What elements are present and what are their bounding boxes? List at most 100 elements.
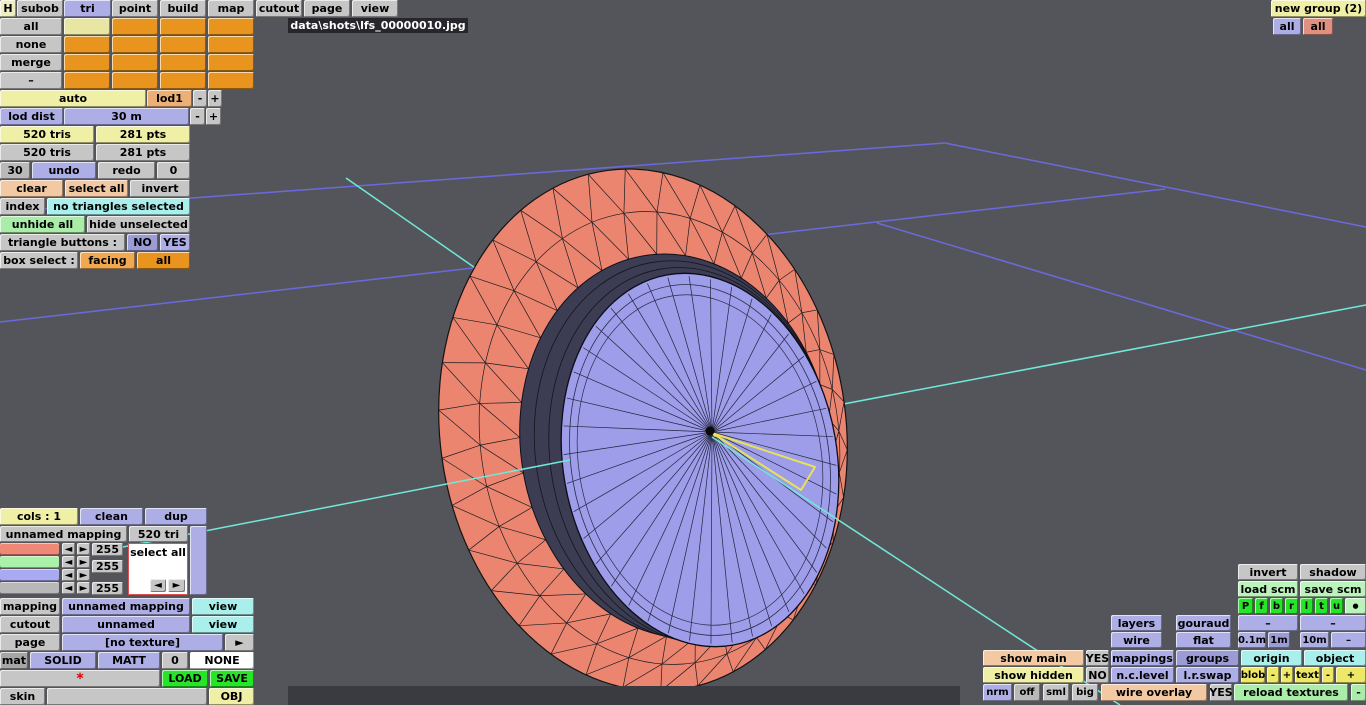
load-scm-button[interactable]: load scm: [1238, 581, 1298, 597]
cutout-view-button[interactable]: view: [192, 616, 254, 633]
arrow-right-icon[interactable]: ►: [77, 569, 90, 581]
reload-minus-button[interactable]: -: [1351, 684, 1366, 701]
arrow-left-icon[interactable]: ◄: [62, 582, 75, 594]
subobj-cell[interactable]: [208, 72, 254, 89]
arrow-right-icon[interactable]: ►: [77, 556, 90, 568]
proj-b-button[interactable]: b: [1270, 598, 1283, 614]
cols-button[interactable]: cols : 1: [0, 508, 78, 525]
toolbar-subob-button[interactable]: subob: [17, 0, 63, 17]
clear-button[interactable]: clear: [0, 180, 63, 197]
page-texture-value[interactable]: [no texture]: [62, 634, 223, 651]
mapping-view-button[interactable]: view: [192, 598, 254, 615]
subobj-cell[interactable]: [112, 36, 158, 53]
lr-swap-button[interactable]: l.r.swap: [1176, 667, 1239, 683]
dist-10m-button[interactable]: 10m: [1300, 632, 1329, 648]
subobj-cell[interactable]: [208, 54, 254, 71]
subobj-cell[interactable]: [160, 54, 206, 71]
dup-button[interactable]: dup: [145, 508, 207, 525]
mapping-name[interactable]: unnamed mapping: [0, 526, 127, 542]
blob-minus-button[interactable]: -: [1267, 667, 1279, 683]
dist-dash-button[interactable]: –: [1331, 632, 1366, 648]
show-hidden-value[interactable]: NO: [1086, 667, 1109, 683]
lod-dist-minus-button[interactable]: -: [190, 108, 205, 125]
mat-matt-button[interactable]: MATT: [98, 652, 160, 669]
nrm-button[interactable]: nrm: [983, 684, 1012, 701]
subobj-dash-button[interactable]: –: [0, 72, 62, 89]
subobj-cell[interactable]: [160, 36, 206, 53]
group-all-right-button[interactable]: all: [1303, 18, 1333, 35]
invert-selection-button[interactable]: invert: [130, 180, 190, 197]
triangle-buttons-yes[interactable]: YES: [160, 234, 190, 251]
hide-unselected-button[interactable]: hide unselected: [87, 216, 190, 233]
triangle-buttons-no[interactable]: NO: [127, 234, 158, 251]
subobj-cell[interactable]: [208, 36, 254, 53]
toolbar-point-button[interactable]: point: [112, 0, 158, 17]
lod-auto-button[interactable]: auto: [0, 90, 146, 107]
layers-button[interactable]: layers: [1111, 615, 1162, 631]
save-scm-button[interactable]: save scm: [1300, 581, 1366, 597]
lod-dist-plus-button[interactable]: +: [206, 108, 221, 125]
subobj-all-button[interactable]: all: [0, 18, 62, 35]
subobj-merge-button[interactable]: merge: [0, 54, 62, 71]
clean-button[interactable]: clean: [80, 508, 143, 525]
box-select-facing[interactable]: facing: [80, 252, 135, 269]
dot-icon[interactable]: ●: [1345, 598, 1366, 614]
dist-1m-button[interactable]: 1m: [1268, 632, 1290, 648]
toolbar-build-button[interactable]: build: [160, 0, 206, 17]
toolbar-tri-button[interactable]: tri: [64, 0, 111, 17]
group-all-left-button[interactable]: all: [1273, 18, 1301, 35]
arrow-right-icon[interactable]: ►: [77, 582, 90, 594]
show-hidden-button[interactable]: show hidden: [983, 667, 1084, 683]
color-swatch-green[interactable]: [0, 556, 59, 568]
blob-plus-button[interactable]: +: [1281, 667, 1293, 683]
toolbar-page-button[interactable]: page: [304, 0, 350, 17]
save-button[interactable]: SAVE: [210, 670, 254, 687]
blob-button[interactable]: blob: [1241, 667, 1265, 683]
mat-none-value[interactable]: NONE: [190, 652, 254, 669]
subobj-cell[interactable]: [64, 36, 110, 53]
color-swatch-gray[interactable]: [0, 582, 59, 594]
color-value-b[interactable]: 255: [92, 582, 123, 595]
box-select-all[interactable]: all: [137, 252, 190, 269]
wire-button[interactable]: wire: [1111, 632, 1162, 648]
show-main-value[interactable]: YES: [1086, 650, 1109, 666]
obj-button[interactable]: OBJ: [209, 688, 254, 705]
toolbar-h-button[interactable]: H: [0, 0, 16, 17]
layers-dash-a[interactable]: –: [1238, 615, 1298, 631]
subobj-none-button[interactable]: none: [0, 36, 62, 53]
lod-plus-button[interactable]: +: [208, 90, 222, 107]
page-next-icon[interactable]: ►: [225, 634, 254, 651]
mapping-value[interactable]: unnamed mapping: [62, 598, 190, 615]
nc-level-button[interactable]: n.c.level: [1111, 667, 1174, 683]
subobj-cell[interactable]: [160, 18, 206, 35]
proj-u-button[interactable]: u: [1330, 598, 1343, 614]
flat-button[interactable]: flat: [1176, 632, 1231, 648]
layers-dash-b[interactable]: –: [1300, 615, 1366, 631]
arrow-right-icon[interactable]: ►: [77, 543, 90, 555]
wire-overlay-button[interactable]: wire overlay: [1101, 684, 1207, 701]
reload-textures-button[interactable]: reload textures: [1234, 684, 1348, 701]
color-value-r[interactable]: 255: [92, 543, 123, 556]
subobj-cell[interactable]: [112, 72, 158, 89]
text-button[interactable]: text: [1295, 667, 1320, 683]
proj-f-button[interactable]: f: [1255, 598, 1268, 614]
subobj-cell-selected[interactable]: [64, 18, 110, 35]
proj-r-button[interactable]: r: [1285, 598, 1298, 614]
subobj-cell[interactable]: [64, 72, 110, 89]
gouraud-button[interactable]: gouraud: [1176, 615, 1231, 631]
skin-button[interactable]: skin: [0, 688, 45, 705]
arrow-left-icon[interactable]: ◄: [62, 543, 75, 555]
shadow-button[interactable]: shadow: [1300, 564, 1366, 580]
color-value-g[interactable]: 255: [92, 560, 123, 573]
redo-button[interactable]: redo: [98, 162, 155, 179]
origin-button[interactable]: origin: [1241, 650, 1302, 666]
load-button[interactable]: LOAD: [162, 670, 208, 687]
nrm-big-button[interactable]: big: [1072, 684, 1098, 701]
mat-solid-button[interactable]: SOLID: [30, 652, 96, 669]
proj-l-button[interactable]: l: [1300, 598, 1313, 614]
mappings-button[interactable]: mappings: [1111, 650, 1174, 666]
arrow-right-icon[interactable]: ►: [168, 579, 185, 592]
subobj-cell[interactable]: [64, 54, 110, 71]
nrm-off-button[interactable]: off: [1014, 684, 1040, 701]
invert-button[interactable]: invert: [1238, 564, 1298, 580]
